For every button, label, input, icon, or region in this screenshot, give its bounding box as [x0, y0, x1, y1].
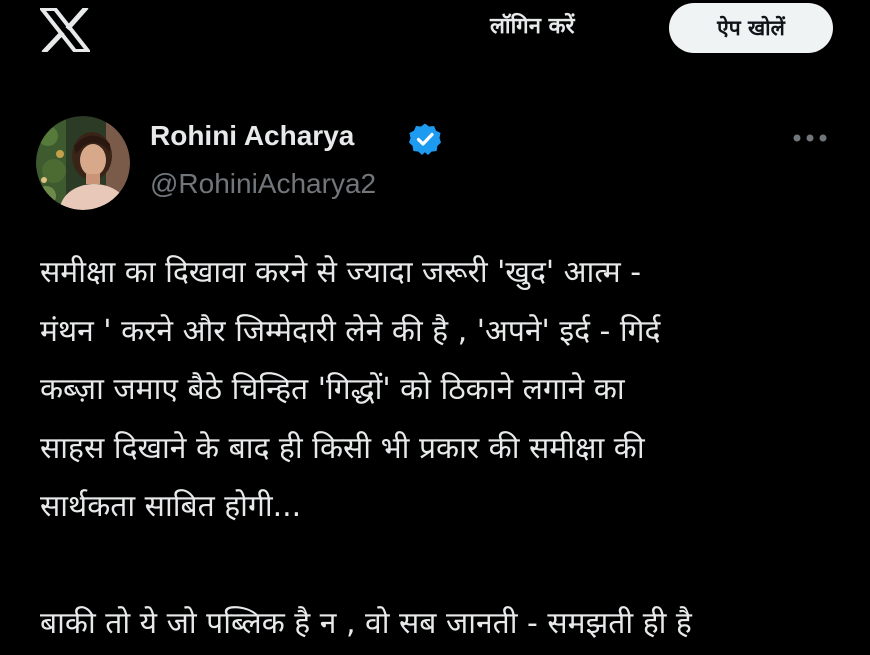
open-app-button[interactable]: ऐप खोलें [669, 3, 833, 53]
author-handle[interactable]: @RohiniAcharya2 [150, 168, 376, 200]
avatar[interactable] [36, 116, 130, 210]
tweet-author-row: Rohini Acharya @RohiniAcharya2 [36, 114, 836, 210]
top-bar: लॉगिन करें ऐप खोलें [0, 0, 870, 66]
author-name[interactable]: Rohini Acharya [150, 120, 354, 152]
login-link[interactable]: लॉगिन करें [490, 10, 574, 40]
x-logo-icon[interactable] [37, 5, 93, 55]
tweet-text: समीक्षा का दिखावा करने से ज्यादा जरूरी '… [40, 255, 692, 641]
more-horizontal-icon[interactable] [792, 130, 828, 144]
verified-badge-icon [408, 122, 442, 156]
